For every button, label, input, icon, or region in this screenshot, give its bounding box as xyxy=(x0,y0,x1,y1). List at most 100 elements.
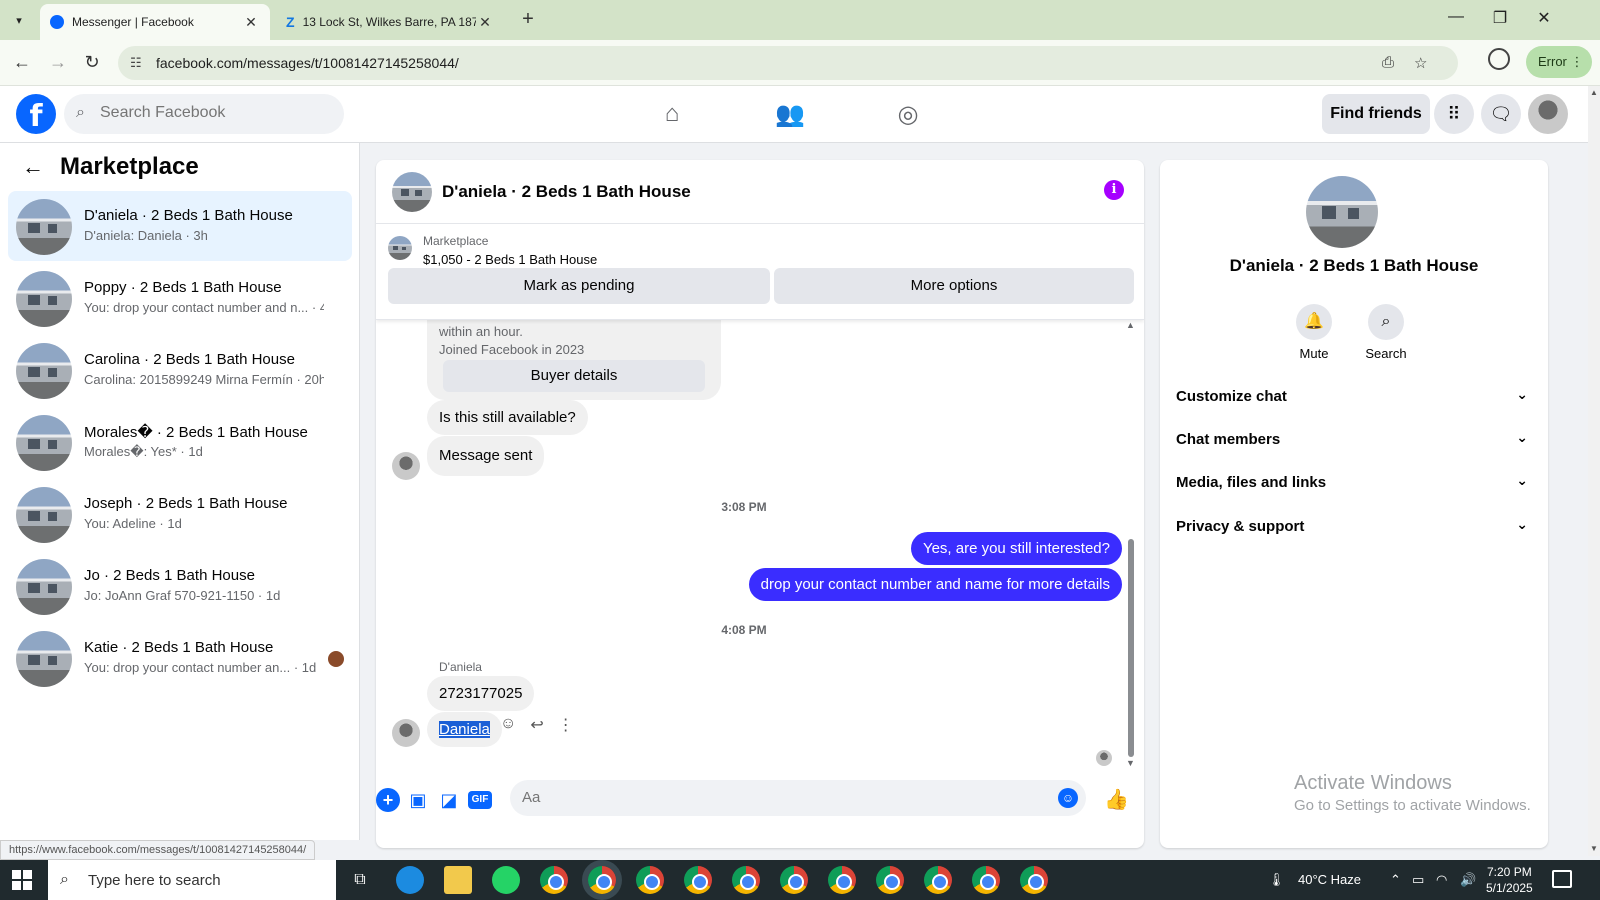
reply-icon[interactable]: ↩ xyxy=(530,715,543,735)
messenger-icon[interactable]: 🗨 xyxy=(1481,94,1521,134)
thumbs-up-icon[interactable]: 👍 xyxy=(1104,788,1129,812)
gif-icon[interactable]: GIF xyxy=(468,791,492,809)
notification-icon[interactable] xyxy=(1552,870,1572,888)
listing-thumbnail xyxy=(16,487,72,543)
tab-zillow[interactable]: Z 13 Lock St, Wilkes Barre, PA 187 ✕ xyxy=(276,4,504,40)
conversation-item[interactable]: Katie · 2 Beds 1 Bath House You: drop yo… xyxy=(8,623,352,693)
scroll-down-icon[interactable]: ▼ xyxy=(1126,758,1135,768)
tray-chevron-icon[interactable]: ⌃ xyxy=(1390,872,1401,888)
back-arrow-icon[interactable]: ← xyxy=(22,154,44,180)
facebook-search[interactable]: ⌕ xyxy=(64,94,344,134)
listing-avatar[interactable] xyxy=(1306,176,1378,248)
react-icon[interactable]: ☺ xyxy=(500,715,516,735)
groups-icon[interactable]: ◎ xyxy=(888,100,928,129)
url-bar[interactable]: ☷ facebook.com/messages/t/10081427145258… xyxy=(118,46,1458,80)
facebook-logo-icon[interactable]: f xyxy=(16,94,56,134)
card-line: within an hour. xyxy=(439,324,523,339)
chrome-icon[interactable] xyxy=(1020,866,1048,894)
scroll-up-icon[interactable]: ▲ xyxy=(1126,320,1135,330)
emoji-icon[interactable]: ☺ xyxy=(1058,788,1078,808)
media-files-section[interactable]: Media, files and links ⌄ xyxy=(1176,462,1536,502)
browser-profile-icon[interactable] xyxy=(1488,48,1510,70)
sticker-icon[interactable]: ◪ xyxy=(437,788,461,812)
more-icon[interactable]: ⋮ xyxy=(558,715,574,735)
chrome-icon[interactable] xyxy=(636,866,664,894)
site-info-icon[interactable]: ☷ xyxy=(130,55,142,71)
install-app-icon[interactable]: ⎙ xyxy=(1382,54,1394,71)
conversation-item[interactable]: Morales� · 2 Beds 1 Bath House Morales�:… xyxy=(8,407,352,477)
conversation-title: Poppy · 2 Beds 1 Bath House xyxy=(84,279,282,296)
chat-title[interactable]: D'aniela · 2 Beds 1 Bath House xyxy=(442,182,691,202)
search-button[interactable]: ⌕ Search xyxy=(1356,304,1416,361)
chrome-icon[interactable] xyxy=(828,866,856,894)
message-input[interactable] xyxy=(522,789,1042,806)
close-tab-icon[interactable]: ✕ xyxy=(476,14,494,31)
chrome-icon[interactable] xyxy=(780,866,808,894)
scroll-up-icon[interactable]: ▲ xyxy=(1590,88,1598,97)
scroll-down-icon[interactable]: ▼ xyxy=(1590,844,1598,853)
conversation-preview: Morales�: Yes* · 1d xyxy=(84,444,203,459)
battery-icon[interactable]: ▭ xyxy=(1412,872,1424,888)
listing-category: Marketplace xyxy=(423,234,489,248)
file-explorer-icon[interactable] xyxy=(444,866,472,894)
restore-button[interactable]: ❐ xyxy=(1486,8,1514,28)
chrome-icon[interactable] xyxy=(588,866,616,894)
scroll-thumb[interactable] xyxy=(1128,539,1134,757)
more-options-button[interactable]: More options xyxy=(774,268,1134,304)
account-avatar[interactable] xyxy=(1528,94,1568,134)
weather-text[interactable]: 40°C Haze xyxy=(1298,872,1361,887)
conversation-item[interactable]: Jo · 2 Beds 1 Bath House Jo: JoAnn Graf … xyxy=(8,551,352,621)
conversation-item[interactable]: Poppy · 2 Beds 1 Bath House You: drop yo… xyxy=(8,263,352,333)
taskbar-search[interactable]: ⌕ Type here to search xyxy=(48,860,336,900)
wifi-icon[interactable]: ◠ xyxy=(1436,872,1447,888)
chrome-icon[interactable] xyxy=(972,866,1000,894)
mark-pending-button[interactable]: Mark as pending xyxy=(388,268,770,304)
close-tab-icon[interactable]: ✕ xyxy=(242,14,260,31)
chrome-icon[interactable] xyxy=(924,866,952,894)
chrome-icon[interactable] xyxy=(540,866,568,894)
menu-grid-icon[interactable]: ⠿ xyxy=(1434,94,1474,134)
search-input[interactable] xyxy=(100,104,330,122)
conversation-item[interactable]: D'aniela · 2 Beds 1 Bath House D'aniela:… xyxy=(8,191,352,261)
photo-icon[interactable]: ▣ xyxy=(406,788,430,812)
chrome-icon[interactable] xyxy=(876,866,904,894)
windows-start-icon[interactable] xyxy=(12,870,32,890)
weather-icon[interactable]: 🌡 xyxy=(1268,872,1285,888)
conversation-item[interactable]: Carolina · 2 Beds 1 Bath House Carolina:… xyxy=(8,335,352,405)
volume-icon[interactable]: 🔊 xyxy=(1460,872,1476,888)
close-window-button[interactable]: ✕ xyxy=(1530,8,1558,28)
page-scrollbar[interactable]: ▲ ▼ xyxy=(1588,86,1600,856)
plus-icon[interactable]: + xyxy=(376,788,400,812)
edge-icon[interactable] xyxy=(396,866,424,894)
tab-search-button[interactable]: ▾ xyxy=(8,10,30,32)
privacy-support-section[interactable]: Privacy & support ⌄ xyxy=(1176,506,1536,546)
info-icon[interactable]: i xyxy=(1104,180,1124,200)
back-button[interactable]: ← xyxy=(10,52,34,73)
bookmark-star-icon[interactable]: ☆ xyxy=(1414,54,1427,72)
chat-thumbnail[interactable] xyxy=(392,172,432,212)
listing-thumbnail xyxy=(16,415,72,471)
chrome-icon[interactable] xyxy=(732,866,760,894)
tab-messenger[interactable]: Messenger | Facebook ✕ xyxy=(40,4,270,40)
whatsapp-icon[interactable] xyxy=(492,866,520,894)
timestamp: 4:08 PM xyxy=(721,623,767,637)
home-icon[interactable]: ⌂ xyxy=(652,100,692,128)
minimize-button[interactable]: — xyxy=(1442,8,1470,26)
new-tab-button[interactable]: + xyxy=(516,8,540,31)
mute-button[interactable]: 🔔 Mute xyxy=(1284,304,1344,361)
chat-members-section[interactable]: Chat members ⌄ xyxy=(1176,419,1536,459)
conversation-item[interactable]: Joseph · 2 Beds 1 Bath House You: Adelin… xyxy=(8,479,352,549)
chat-scrollbar[interactable]: ▲ ▼ xyxy=(1126,320,1136,768)
friends-icon[interactable]: 👥 xyxy=(770,100,810,129)
task-view-icon[interactable]: ⧉ xyxy=(346,866,374,894)
error-button[interactable]: Error ⋮ xyxy=(1526,46,1592,78)
taskbar-clock[interactable]: 7:20 PM 5/1/2025 xyxy=(1486,864,1533,896)
find-friends-button[interactable]: Find friends xyxy=(1322,94,1430,134)
customize-chat-section[interactable]: Customize chat ⌄ xyxy=(1176,376,1536,416)
listing-price-title[interactable]: $1,050 - 2 Beds 1 Bath House xyxy=(423,252,597,267)
contact-avatar xyxy=(392,452,420,480)
buyer-details-button[interactable]: Buyer details xyxy=(443,360,705,392)
reload-button[interactable]: ↻ xyxy=(80,52,104,73)
chrome-icon[interactable] xyxy=(684,866,712,894)
forward-button[interactable]: → xyxy=(46,52,70,73)
